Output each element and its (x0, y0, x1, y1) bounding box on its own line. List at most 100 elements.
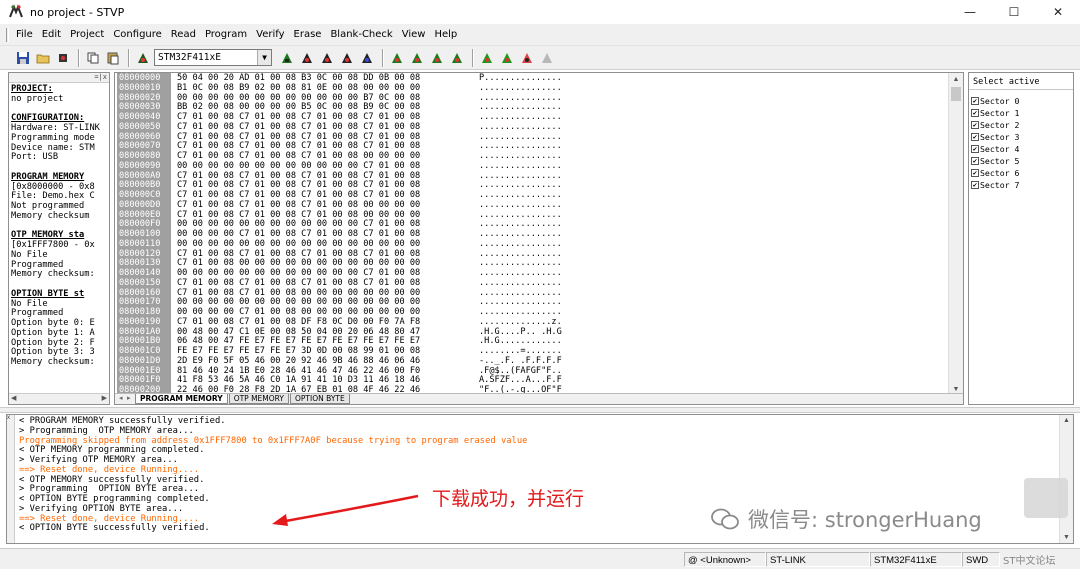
tab-option-byte[interactable]: OPTION BYTE (289, 394, 350, 404)
hex-row-ascii[interactable]: ................ (479, 297, 562, 307)
menu-view[interactable]: View (402, 29, 426, 40)
tab-next-icon[interactable]: ▸ (127, 394, 133, 402)
hex-row[interactable]: 080000F0 00 00 00 00 00 00 00 00 00 00 00… (117, 219, 957, 229)
hex-row-ascii[interactable]: ................ (479, 141, 562, 151)
scroll-up-icon[interactable]: ▲ (949, 73, 963, 85)
sector-item[interactable]: ✔ Sector 0 (971, 95, 1073, 107)
menu-help[interactable]: Help (434, 29, 457, 40)
sector-item[interactable]: ✔ Sector 6 (971, 167, 1073, 179)
hex-row-ascii[interactable]: .F@$..(FAFGF"F.. (479, 366, 562, 376)
hex-row[interactable]: 08000100 00 00 00 00 C7 01 00 08 C7 01 00… (117, 229, 957, 239)
scroll-up-icon[interactable]: ▲ (1063, 417, 1070, 424)
save-icon[interactable] (14, 49, 32, 67)
sector-checkbox[interactable]: ✔ (971, 145, 979, 153)
sector-item[interactable]: ✔ Sector 7 (971, 179, 1073, 191)
hex-row-bytes[interactable]: C7 01 00 08 C7 01 00 08 C7 01 00 08 C7 0… (177, 171, 420, 181)
hex-row-bytes[interactable]: 50 04 00 20 AD 01 00 08 B3 0C 00 08 DD 0… (177, 73, 420, 83)
scroll-left-icon[interactable]: ◀ (11, 394, 16, 404)
hex-row[interactable]: 08000110 00 00 00 00 00 00 00 00 00 00 00… (117, 239, 957, 249)
sector-item[interactable]: ✔ Sector 4 (971, 143, 1073, 155)
read-option-icon[interactable] (318, 49, 336, 67)
hex-row[interactable]: 08000040 C7 01 00 08 C7 01 00 08 C7 01 00… (117, 112, 957, 122)
hex-row[interactable]: 08000090 00 00 00 00 00 00 00 00 00 00 00… (117, 161, 957, 171)
blank-check-icon[interactable] (498, 49, 516, 67)
hex-row-bytes[interactable]: C7 01 00 08 C7 01 00 08 C7 01 00 08 00 0… (177, 210, 420, 220)
hex-row[interactable]: 080000E0 C7 01 00 08 C7 01 00 08 C7 01 00… (117, 210, 957, 220)
sector-checkbox[interactable]: ✔ (971, 109, 979, 117)
hex-row-bytes[interactable]: FE E7 FE E7 FE E7 FE E7 3D 0D 00 08 99 0… (177, 346, 420, 356)
verify-all-icon[interactable] (428, 49, 446, 67)
hex-row[interactable]: 08000150 C7 01 00 08 C7 01 00 08 C7 01 00… (117, 278, 957, 288)
hex-row-bytes[interactable]: 2D E9 F0 5F 05 46 00 20 92 46 9B 46 88 4… (177, 356, 420, 366)
hex-row-ascii[interactable]: ................ (479, 210, 562, 220)
hex-row-bytes[interactable]: 00 00 00 00 00 00 00 00 00 00 00 00 00 0… (177, 239, 420, 249)
tab-otp-memory[interactable]: OTP MEMORY (228, 394, 289, 404)
hex-row-bytes[interactable]: 41 F8 53 46 5A 46 C0 1A 91 41 10 D3 11 4… (177, 375, 420, 385)
hex-row-bytes[interactable]: 00 00 00 00 00 00 00 00 00 00 00 00 C7 0… (177, 268, 420, 278)
hex-row-ascii[interactable]: ................ (479, 268, 562, 278)
hex-row[interactable]: 08000140 00 00 00 00 00 00 00 00 00 00 00… (117, 268, 957, 278)
close-icon[interactable]: x (7, 415, 10, 421)
hex-row-ascii[interactable]: ................ (479, 219, 562, 229)
hex-row-bytes[interactable]: C7 01 00 08 C7 01 00 08 C7 01 00 08 C7 0… (177, 249, 420, 259)
hex-row-bytes[interactable]: 00 48 00 47 C1 0E 00 08 50 04 00 20 06 4… (177, 327, 420, 337)
hex-memory-view[interactable]: 08000000 50 04 00 20 AD 01 00 08 B3 0C 00… (114, 72, 964, 405)
hex-row[interactable]: 08000060 C7 01 00 08 C7 01 00 08 C7 01 00… (117, 132, 957, 142)
reset-icon[interactable] (518, 49, 536, 67)
hex-row-ascii[interactable]: ................ (479, 102, 562, 112)
menu-blank-check[interactable]: Blank-Check (330, 29, 392, 40)
hex-row[interactable]: 08000170 00 00 00 00 00 00 00 00 00 00 00… (117, 297, 957, 307)
hex-row[interactable]: 080001B0 06 48 00 47 FE E7 FE E7 FE E7 FE… (117, 336, 957, 346)
hex-row-bytes[interactable]: C7 01 00 08 C7 01 00 08 C7 01 00 08 C7 0… (177, 132, 420, 142)
panel-splitter[interactable] (0, 407, 1080, 413)
hex-row[interactable]: 080000B0 C7 01 00 08 C7 01 00 08 C7 01 00… (117, 180, 957, 190)
hex-row[interactable]: 08000180 00 00 00 00 C7 01 00 08 00 00 00… (117, 307, 957, 317)
menu-program[interactable]: Program (205, 29, 247, 40)
sector-checkbox[interactable]: ✔ (971, 97, 979, 105)
hex-row-ascii[interactable]: ................ (479, 229, 562, 239)
hex-row-ascii[interactable]: ................ (479, 83, 562, 93)
hex-row-ascii[interactable]: ................ (479, 190, 562, 200)
tab-program-memory[interactable]: PROGRAM MEMORY (135, 394, 228, 404)
hex-row-bytes[interactable]: C7 01 00 08 C7 01 00 08 C7 01 00 08 C7 0… (177, 180, 420, 190)
hex-row-bytes[interactable]: BB 02 00 08 00 00 00 00 B5 0C 00 08 B9 0… (177, 102, 420, 112)
hex-row-bytes[interactable]: C7 01 00 08 C7 01 00 08 C7 01 00 08 C7 0… (177, 112, 420, 122)
menu-read[interactable]: Read (171, 29, 196, 40)
read-data-icon[interactable] (358, 49, 376, 67)
hex-row-bytes[interactable]: 00 00 00 00 00 00 00 00 00 00 00 00 B7 0… (177, 93, 420, 103)
program-current-icon[interactable] (408, 49, 426, 67)
hex-row-ascii[interactable]: ................ (479, 307, 562, 317)
menu-project[interactable]: Project (70, 29, 104, 40)
hex-row-bytes[interactable]: C7 01 00 08 C7 01 00 08 C7 01 00 08 00 0… (177, 151, 420, 161)
hex-row[interactable]: 08000010 B1 0C 00 08 B9 02 00 08 81 0E 00… (117, 83, 957, 93)
hex-row-ascii[interactable]: ................ (479, 93, 562, 103)
hex-row-bytes[interactable]: 00 00 00 00 C7 01 00 08 00 00 00 00 00 0… (177, 307, 420, 317)
minimize-button[interactable]: — (948, 0, 992, 24)
sector-checkbox[interactable]: ✔ (971, 169, 979, 177)
close-button[interactable]: ✕ (1036, 0, 1080, 24)
hex-row-bytes[interactable]: B1 0C 00 08 B9 02 00 08 81 0E 00 08 00 0… (177, 83, 420, 93)
hex-row-bytes[interactable]: 06 48 00 47 FE E7 FE E7 FE E7 FE E7 FE E… (177, 336, 420, 346)
hex-row-bytes[interactable]: 00 00 00 00 00 00 00 00 00 00 00 00 00 0… (177, 297, 420, 307)
vertical-scrollbar[interactable]: ▲ ▼ (948, 73, 963, 395)
read-program-icon[interactable] (298, 49, 316, 67)
menu-verify[interactable]: Verify (256, 29, 284, 40)
hex-row-ascii[interactable]: ................ (479, 249, 562, 259)
hex-row-bytes[interactable]: C7 01 00 08 C7 01 00 08 C7 01 00 08 C7 0… (177, 141, 420, 151)
hex-row-bytes[interactable]: 00 00 00 00 C7 01 00 08 C7 01 00 08 C7 0… (177, 229, 420, 239)
hex-row[interactable]: 080001A0 00 48 00 47 C1 0E 00 08 50 04 00… (117, 327, 957, 337)
hex-row-bytes[interactable]: C7 01 00 08 C7 01 00 08 00 00 00 00 00 0… (177, 288, 420, 298)
hex-row[interactable]: 080001D0 2D E9 F0 5F 05 46 00 20 92 46 9B… (117, 356, 957, 366)
scroll-right-icon[interactable]: ▶ (102, 394, 107, 404)
hex-row-bytes[interactable]: C7 01 00 08 C7 01 00 08 C7 01 00 08 C7 0… (177, 122, 420, 132)
sector-item[interactable]: ✔ Sector 3 (971, 131, 1073, 143)
program-all-icon[interactable] (388, 49, 406, 67)
hex-row-ascii[interactable]: ................ (479, 278, 562, 288)
sector-checkbox[interactable]: ✔ (971, 133, 979, 141)
read-otp-icon[interactable] (338, 49, 356, 67)
hex-row[interactable]: 080000D0 C7 01 00 08 C7 01 00 08 C7 01 00… (117, 200, 957, 210)
hex-row[interactable]: 08000030 BB 02 00 08 00 00 00 00 B5 0C 00… (117, 102, 957, 112)
sector-item[interactable]: ✔ Sector 1 (971, 107, 1073, 119)
hex-row-ascii[interactable]: ................ (479, 161, 562, 171)
hex-row-ascii[interactable]: .H.G............ (479, 336, 562, 346)
